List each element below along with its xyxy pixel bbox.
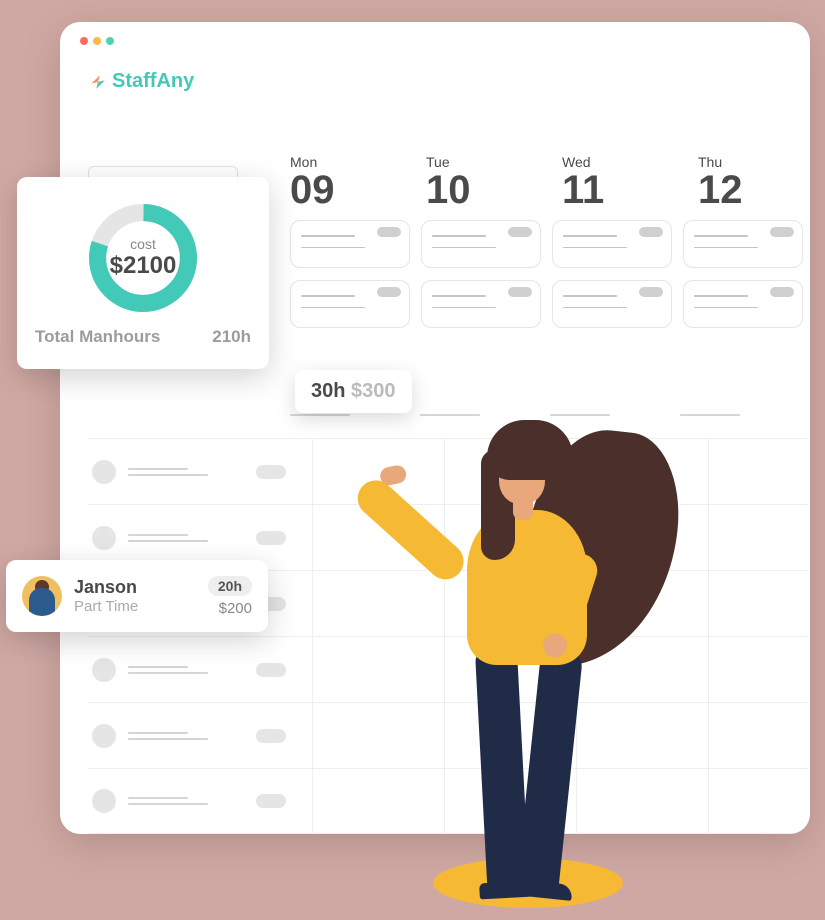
staff-role: Part Time xyxy=(74,598,138,615)
brand-logo: StaffAny xyxy=(88,70,194,93)
shift-card[interactable] xyxy=(290,280,410,328)
shift-card[interactable] xyxy=(552,220,672,268)
cost-value: $2100 xyxy=(110,252,177,280)
maximize-dot-icon[interactable] xyxy=(106,37,114,45)
day-column[interactable]: Mon 09 xyxy=(290,154,400,210)
avatar-icon xyxy=(92,526,116,550)
day-number: 10 xyxy=(426,170,536,210)
shift-card[interactable] xyxy=(290,220,410,268)
manhours-value: 210h xyxy=(212,327,251,347)
day-column[interactable]: Tue 10 xyxy=(426,154,536,210)
cost-donut-chart: cost $2100 xyxy=(33,193,253,323)
shift-card[interactable] xyxy=(421,220,541,268)
hours-tooltip: 30h $300 xyxy=(295,370,412,413)
day-column[interactable]: Thu 12 xyxy=(698,154,808,210)
shift-card[interactable] xyxy=(552,280,672,328)
table-row[interactable] xyxy=(88,702,808,768)
table-row[interactable] xyxy=(88,438,808,504)
close-dot-icon[interactable] xyxy=(80,37,88,45)
app-window: StaffAny Mon 09 Tue 10 Wed 11 Thu 12 xyxy=(60,22,810,834)
day-number: 09 xyxy=(290,170,400,210)
staff-hours-badge: 20h xyxy=(208,576,252,596)
avatar-icon xyxy=(92,724,116,748)
day-number: 12 xyxy=(698,170,808,210)
cost-label: cost xyxy=(110,236,177,252)
avatar-icon xyxy=(92,789,116,813)
calendar-header: Mon 09 Tue 10 Wed 11 Thu 12 xyxy=(290,154,808,210)
staff-table xyxy=(88,438,808,834)
window-controls xyxy=(80,37,114,45)
minimize-dot-icon[interactable] xyxy=(93,37,101,45)
shift-grid xyxy=(290,220,803,328)
staff-name: Janson xyxy=(74,577,138,598)
tooltip-hours: 30h xyxy=(311,380,345,402)
table-header xyxy=(290,414,740,416)
avatar-icon xyxy=(92,460,116,484)
shift-card[interactable] xyxy=(683,220,803,268)
table-row[interactable] xyxy=(88,636,808,702)
table-row[interactable] xyxy=(88,768,808,834)
staff-detail-card[interactable]: Janson Part Time 20h $200 xyxy=(6,560,268,632)
avatar xyxy=(22,576,62,616)
tooltip-amount: $300 xyxy=(351,380,396,402)
shift-card[interactable] xyxy=(683,280,803,328)
brand-name: StaffAny xyxy=(112,70,194,93)
day-column[interactable]: Wed 11 xyxy=(562,154,672,210)
brand-icon xyxy=(88,72,108,92)
avatar-icon xyxy=(92,658,116,682)
cost-summary-card: cost $2100 Total Manhours 210h xyxy=(17,177,269,369)
shift-card[interactable] xyxy=(421,280,541,328)
manhours-label: Total Manhours xyxy=(35,327,160,347)
staff-cost: $200 xyxy=(208,600,252,617)
day-number: 11 xyxy=(562,170,672,210)
